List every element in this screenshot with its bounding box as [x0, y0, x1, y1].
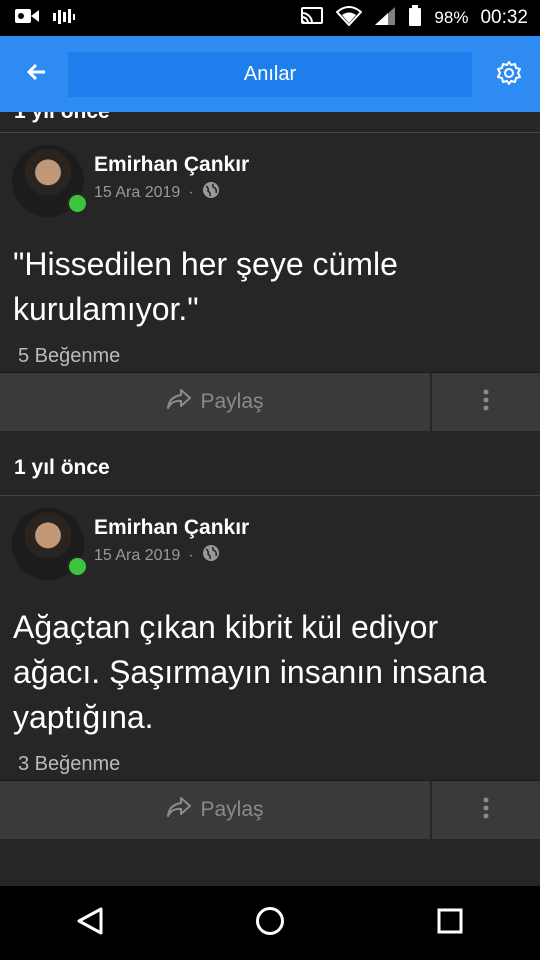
section-header: 1 yıl önce: [0, 441, 540, 496]
section-header-partial: 1 yıl önce: [0, 112, 540, 133]
nav-home-icon: [255, 906, 285, 941]
post-meta: 15 Ara 2019 ·: [94, 181, 220, 204]
meta-separator: ·: [188, 183, 194, 201]
nav-recents-button[interactable]: [420, 893, 480, 953]
likes-count[interactable]: 3 Beğenme: [0, 740, 540, 776]
post-text: Ağaçtan çıkan kibrit kül ediyor ağacı. Ş…: [13, 609, 487, 735]
share-icon: [166, 388, 192, 416]
back-arrow-icon: [25, 62, 47, 87]
wifi-icon: [335, 5, 363, 31]
post-meta: 15 Ara 2019 ·: [94, 544, 220, 567]
post-actions: Paylaş: [0, 372, 540, 431]
globe-icon: [202, 181, 220, 204]
post-date: 15 Ara 2019: [94, 183, 181, 201]
share-button[interactable]: Paylaş: [0, 781, 432, 839]
cast-icon: [300, 6, 324, 31]
online-indicator: [67, 193, 88, 214]
share-label: Paylaş: [200, 390, 264, 413]
post-date: 15 Ara 2019: [94, 546, 181, 564]
memories-feed[interactable]: 1 yıl önce Emirhan Çankır 15 Ara 2019 · …: [0, 112, 540, 886]
author-name[interactable]: Emirhan Çankır: [94, 153, 249, 177]
likes-count[interactable]: 5 Beğenme: [0, 332, 540, 368]
page-title: Anılar: [68, 52, 472, 97]
post-card: Emirhan Çankır 15 Ara 2019 · "Hissedilen…: [0, 133, 540, 431]
settings-button[interactable]: [488, 54, 530, 96]
post-author: Emirhan Çankır 15 Ara 2019 ·: [0, 496, 540, 589]
post-text: "Hissedilen her şeye cümle kurulamıyor.": [13, 246, 398, 327]
battery-percent: 98%: [434, 8, 469, 27]
online-indicator: [67, 556, 88, 577]
post-card: Emirhan Çankır 15 Ara 2019 · Ağaçtan çık…: [0, 496, 540, 839]
nav-recents-icon: [436, 907, 464, 940]
video-icon: [14, 7, 40, 30]
author-name[interactable]: Emirhan Çankır: [94, 516, 249, 540]
nav-back-icon: [76, 906, 104, 941]
share-button[interactable]: Paylaş: [0, 373, 432, 431]
post-actions: Paylaş: [0, 780, 540, 839]
clock: 00:32: [480, 7, 528, 28]
gear-icon: [496, 60, 522, 91]
battery-icon: [408, 4, 422, 32]
more-vert-icon: [482, 797, 490, 824]
cell-signal-icon: [374, 6, 396, 31]
nav-home-button[interactable]: [240, 893, 300, 953]
meta-separator: ·: [188, 546, 194, 564]
system-nav-bar: [0, 886, 540, 960]
more-button[interactable]: [432, 781, 540, 839]
more-vert-icon: [482, 389, 490, 416]
globe-icon: [202, 544, 220, 567]
share-icon: [166, 796, 192, 824]
nav-back-button[interactable]: [60, 893, 120, 953]
app-bar: Anılar: [0, 36, 540, 112]
post-author: Emirhan Çankır 15 Ara 2019 ·: [0, 133, 540, 226]
status-bar: 98% 00:32: [0, 0, 540, 36]
signal-bars-icon: [52, 7, 76, 30]
share-label: Paylaş: [200, 798, 264, 821]
section-header-label: 1 yıl önce: [14, 112, 110, 124]
more-button[interactable]: [432, 373, 540, 431]
section-gap: [0, 431, 540, 441]
back-button[interactable]: [0, 36, 72, 112]
